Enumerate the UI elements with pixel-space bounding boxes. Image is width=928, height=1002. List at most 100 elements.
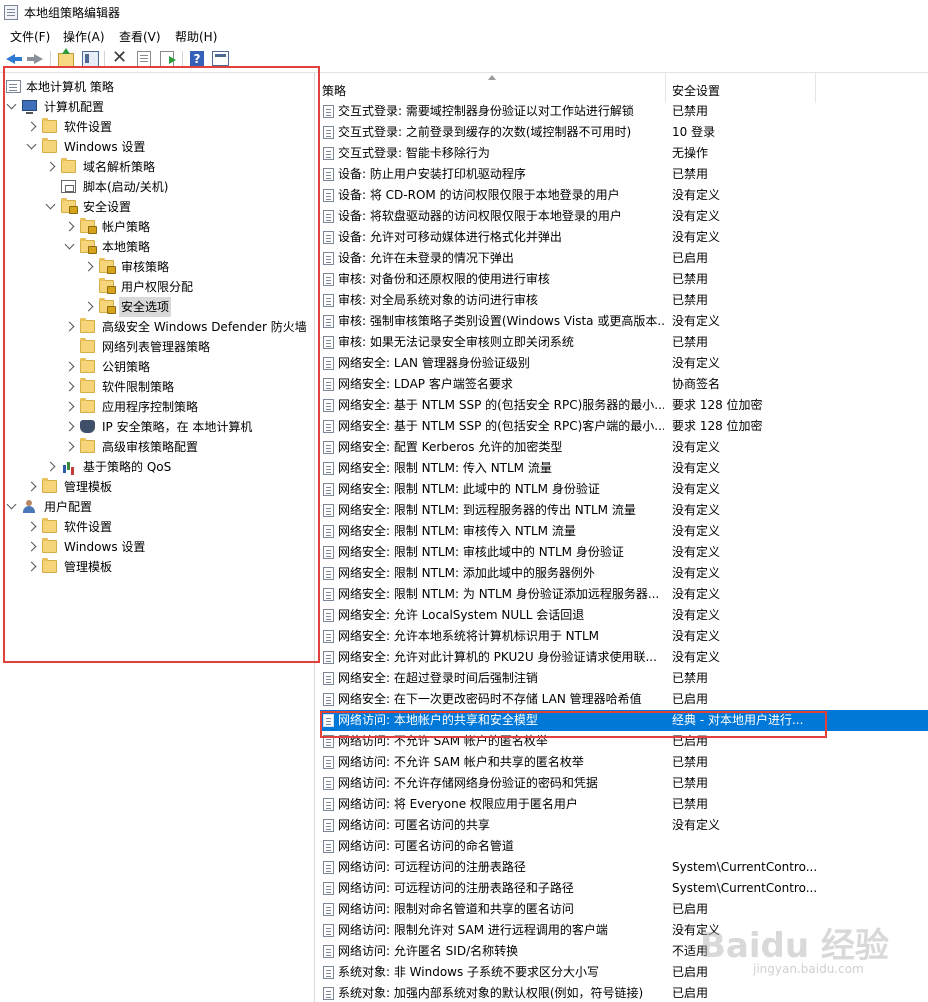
policy-name: 审核: 对备份和还原权限的使用进行审核 <box>338 272 550 286</box>
table-row[interactable]: 网络访问: 可远程访问的注册表路径 System\CurrentContro... <box>320 857 928 878</box>
chevron-right-icon[interactable] <box>45 161 56 172</box>
policy-name: 网络访问: 可匿名访问的共享 <box>338 818 490 832</box>
column-header-setting[interactable]: 安全设置 <box>672 82 720 99</box>
menu-action[interactable]: 操作(A) <box>63 28 105 45</box>
chevron-right-icon[interactable] <box>26 561 37 572</box>
table-row[interactable]: 网络安全: 允许 LocalSystem NULL 会话回退 没有定义 <box>320 605 928 626</box>
back-arrow-icon[interactable] <box>6 51 22 67</box>
policy-setting-icon <box>323 567 334 580</box>
table-row[interactable]: 设备: 允许在未登录的情况下弹出 已启用 <box>320 248 928 269</box>
chevron-right-icon[interactable] <box>45 461 56 472</box>
chevron-right-icon[interactable] <box>26 541 37 552</box>
chevron-down-icon[interactable] <box>6 99 17 110</box>
chevron-down-icon[interactable] <box>6 499 17 510</box>
export-list-icon[interactable] <box>160 51 176 67</box>
table-row[interactable]: 交互式登录: 智能卡移除行为 无操作 <box>320 143 928 164</box>
table-row[interactable]: 网络安全: 限制 NTLM: 审核此域中的 NTLM 身份验证 没有定义 <box>320 542 928 563</box>
table-row[interactable]: 系统对象: 加强内部系统对象的默认权限(例如，符号链接) 已启用 <box>320 983 928 1002</box>
table-row[interactable]: 网络访问: 将 Everyone 权限应用于匿名用户 已禁用 <box>320 794 928 815</box>
table-row[interactable]: 审核: 对全局系统对象的访问进行审核 已禁用 <box>320 290 928 311</box>
column-header-policy[interactable]: 策略 <box>322 82 346 99</box>
forward-arrow-icon[interactable] <box>27 51 43 67</box>
up-folder-icon[interactable] <box>58 48 74 67</box>
table-row[interactable]: 网络安全: 限制 NTLM: 添加此域中的服务器例外 没有定义 <box>320 563 928 584</box>
table-row[interactable]: 审核: 如果无法记录安全审核则立即关闭系统 已禁用 <box>320 332 928 353</box>
menu-view[interactable]: 查看(V) <box>119 28 161 45</box>
security-setting-value: 没有定义 <box>672 566 721 580</box>
table-row[interactable]: 网络访问: 可匿名访问的命名管道 <box>320 836 928 857</box>
policy-setting-icon <box>323 378 334 391</box>
column-divider[interactable] <box>815 73 816 103</box>
chevron-right-icon[interactable] <box>64 421 75 432</box>
table-row[interactable]: 网络访问: 限制对命名管道和共享的匿名访问 已启用 <box>320 899 928 920</box>
table-row[interactable]: 网络访问: 不允许 SAM 帐户的匿名枚举 已启用 <box>320 731 928 752</box>
chevron-right-icon[interactable] <box>64 381 75 392</box>
chevron-right-icon[interactable] <box>64 321 75 332</box>
chevron-right-icon[interactable] <box>64 361 75 372</box>
table-row[interactable]: 网络安全: LDAP 客户端签名要求 协商签名 <box>320 374 928 395</box>
chevron-right-icon[interactable] <box>83 301 94 312</box>
table-row[interactable]: 网络安全: 允许本地系统将计算机标识用于 NTLM 没有定义 <box>320 626 928 647</box>
table-row[interactable]: 网络访问: 可远程访问的注册表路径和子路径 System\CurrentContr… <box>320 878 928 899</box>
security-setting-value: 已禁用 <box>672 167 709 181</box>
chevron-right-icon[interactable] <box>64 221 75 232</box>
table-row[interactable]: 网络安全: 限制 NTLM: 此域中的 NTLM 身份验证 没有定义 <box>320 479 928 500</box>
table-row[interactable]: 设备: 将软盘驱动器的访问权限仅限于本地登录的用户 没有定义 <box>320 206 928 227</box>
table-row[interactable]: 网络安全: 限制 NTLM: 传入 NTLM 流量 没有定义 <box>320 458 928 479</box>
chevron-right-icon[interactable] <box>26 481 37 492</box>
table-row[interactable]: 网络访问: 可匿名访问的共享 没有定义 <box>320 815 928 836</box>
locked-folder-icon <box>99 298 116 314</box>
folder-icon <box>42 138 57 153</box>
security-setting-value: 没有定义 <box>672 818 721 832</box>
table-row[interactable]: 网络安全: 在超过登录时间后强制注销 已禁用 <box>320 668 928 689</box>
view-icon[interactable] <box>212 51 229 66</box>
toolbar-separator <box>182 51 183 67</box>
policy-setting-icon <box>323 168 334 181</box>
chevron-right-icon[interactable] <box>26 521 37 532</box>
table-row[interactable]: 网络安全: 限制 NTLM: 到远程服务器的传出 NTLM 流量 没有定义 <box>320 500 928 521</box>
table-row[interactable]: 网络访问: 不允许存储网络身份验证的密码和凭据 已禁用 <box>320 773 928 794</box>
table-row[interactable]: 网络访问: 本地帐户的共享和安全模型 经典 - 对本地用户进行... <box>320 710 928 731</box>
table-row[interactable]: 设备: 允许对可移动媒体进行格式化并弹出 没有定义 <box>320 227 928 248</box>
table-row[interactable]: 交互式登录: 需要域控制器身份验证以对工作站进行解锁 已禁用 <box>320 101 928 122</box>
table-row[interactable]: 设备: 防止用户安装打印机驱动程序 已禁用 <box>320 164 928 185</box>
menu-help[interactable]: 帮助(H) <box>175 28 217 45</box>
table-row[interactable]: 系统对象: 非 Windows 子系统不要求区分大小写 已启用 <box>320 962 928 983</box>
chevron-right-icon[interactable] <box>64 441 75 452</box>
table-row[interactable]: 网络安全: LAN 管理器身份验证级别 没有定义 <box>320 353 928 374</box>
delete-icon[interactable]: ✕ <box>112 49 128 67</box>
help-icon[interactable]: ? <box>190 51 204 67</box>
policy-setting-icon <box>323 126 334 139</box>
chevron-right-icon[interactable] <box>26 121 37 132</box>
properties-icon[interactable] <box>137 51 151 67</box>
show-tree-icon[interactable] <box>82 51 99 67</box>
chevron-right-icon[interactable] <box>83 261 94 272</box>
security-setting-value: 已启用 <box>672 692 709 706</box>
policy-setting-icon <box>323 441 334 454</box>
folder-icon <box>80 338 95 353</box>
toolbar-separator <box>50 51 51 67</box>
table-row[interactable]: 设备: 将 CD-ROM 的访问权限仅限于本地登录的用户 没有定义 <box>320 185 928 206</box>
table-row[interactable]: 网络安全: 限制 NTLM: 审核传入 NTLM 流量 没有定义 <box>320 521 928 542</box>
table-row[interactable]: 网络安全: 限制 NTLM: 为 NTLM 身份验证添加远程服务器... 没有定义 <box>320 584 928 605</box>
folder-icon <box>42 478 57 493</box>
table-row[interactable]: 网络访问: 限制允许对 SAM 进行远程调用的客户端 没有定义 <box>320 920 928 941</box>
table-row[interactable]: 网络访问: 不允许 SAM 帐户和共享的匿名枚举 已禁用 <box>320 752 928 773</box>
chevron-down-icon[interactable] <box>64 239 75 250</box>
chevron-right-icon[interactable] <box>64 401 75 412</box>
chevron-down-icon[interactable] <box>45 199 56 210</box>
chevron-down-icon[interactable] <box>26 139 37 150</box>
table-row[interactable]: 网络安全: 配置 Kerberos 允许的加密类型 没有定义 <box>320 437 928 458</box>
table-row[interactable]: 审核: 对备份和还原权限的使用进行审核 已禁用 <box>320 269 928 290</box>
column-divider[interactable] <box>665 73 666 103</box>
policy-name: 网络安全: 限制 NTLM: 传入 NTLM 流量 <box>338 461 552 475</box>
table-row[interactable]: 网络安全: 基于 NTLM SSP 的(包括安全 RPC)客户端的最小... 要求… <box>320 416 928 437</box>
table-row[interactable]: 网络访问: 允许匿名 SID/名称转换 不适用 <box>320 941 928 962</box>
table-row[interactable]: 交互式登录: 之前登录到缓存的次数(域控制器不可用时) 10 登录 <box>320 122 928 143</box>
menu-file[interactable]: 文件(F) <box>10 28 50 45</box>
table-row[interactable]: 网络安全: 允许对此计算机的 PKU2U 身份验证请求使用联... 没有定义 <box>320 647 928 668</box>
table-row[interactable]: 审核: 强制审核策略子类别设置(Windows Vista 或更高版本... 没有… <box>320 311 928 332</box>
policy-name: 网络访问: 允许匿名 SID/名称转换 <box>338 944 519 958</box>
table-row[interactable]: 网络安全: 在下一次更改密码时不存储 LAN 管理器哈希值 已启用 <box>320 689 928 710</box>
table-row[interactable]: 网络安全: 基于 NTLM SSP 的(包括安全 RPC)服务器的最小... 要求… <box>320 395 928 416</box>
